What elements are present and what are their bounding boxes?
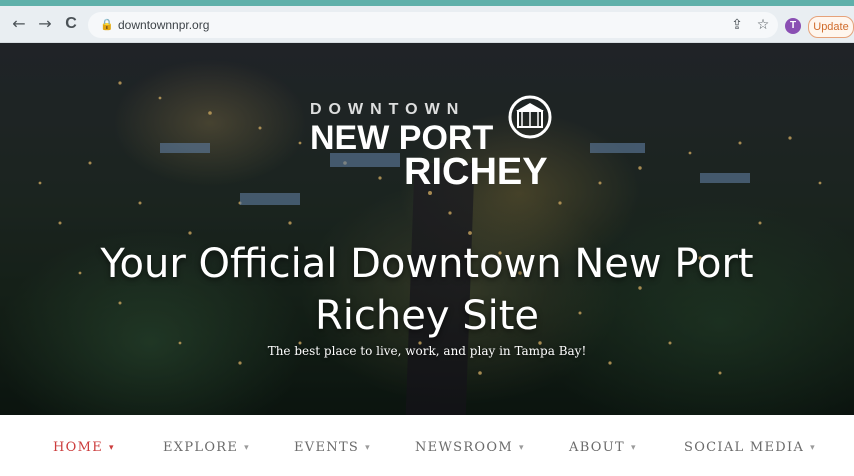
logo-top-word: DOWNTOWN — [310, 101, 466, 118]
nav-item-explore[interactable]: EXPLORE ▾ — [163, 438, 250, 458]
nav-label: EXPLORE — [163, 440, 239, 455]
lock-icon: 🔒 — [100, 18, 114, 31]
nav-label: SOCIAL MEDIA — [684, 440, 805, 455]
nav-item-newsroom[interactable]: NEWSROOM ▾ — [415, 438, 525, 458]
nav-label: HOME — [53, 440, 103, 455]
chevron-down-icon: ▾ — [518, 443, 525, 453]
update-button[interactable]: Update — [808, 16, 854, 38]
main-navigation: HOME ▾ EXPLORE ▾ EVENTS ▾ NEWSROOM ▾ ABOUT ▾ … — [0, 418, 854, 476]
logo-line-1: NEW PORT — [310, 119, 494, 157]
nav-item-about[interactable]: ABOUT ▾ — [569, 438, 637, 458]
nav-label: ABOUT — [569, 440, 625, 455]
hero-tagline: The best place to live, work, and play i… — [267, 344, 587, 358]
city-emblem-icon — [508, 95, 552, 139]
forward-button[interactable]: → — [34, 14, 56, 34]
browser-toolbar: ← → C 🔒 downtownnpr.org ⇪ ☆ T Update — [0, 0, 854, 43]
back-button[interactable]: ← — [8, 14, 30, 34]
address-bar[interactable]: 🔒 downtownnpr.org — [88, 12, 778, 38]
hero-banner: DOWNTOWN NEW PORT RICHEY Your Official D… — [0, 43, 854, 415]
nav-item-events[interactable]: EVENTS ▾ — [294, 438, 371, 458]
reload-button[interactable]: C — [60, 14, 82, 34]
nav-label: NEWSROOM — [415, 440, 513, 455]
chevron-down-icon: ▾ — [630, 443, 637, 453]
share-icon[interactable]: ⇪ — [728, 16, 746, 34]
chevron-down-icon: ▾ — [109, 443, 115, 453]
hero-headline: Your Official Downtown New Port Richey S… — [100, 240, 754, 339]
chevron-down-icon: ▾ — [244, 443, 250, 453]
chevron-down-icon: ▾ — [810, 443, 816, 453]
nav-item-social-media[interactable]: SOCIAL MEDIA ▾ — [684, 438, 816, 458]
nav-item-home[interactable]: HOME ▾ — [53, 438, 115, 458]
nav-label: EVENTS — [294, 440, 360, 455]
url-text[interactable]: downtownnpr.org — [118, 17, 209, 33]
profile-avatar[interactable]: T — [785, 18, 801, 34]
logo-line-2: RICHEY — [404, 151, 548, 193]
browser-top-accent — [0, 0, 854, 6]
downtown-npr-logo[interactable]: DOWNTOWN NEW PORT RICHEY — [310, 93, 580, 203]
bookmark-star-icon[interactable]: ☆ — [754, 16, 772, 34]
chevron-down-icon: ▾ — [365, 443, 371, 453]
